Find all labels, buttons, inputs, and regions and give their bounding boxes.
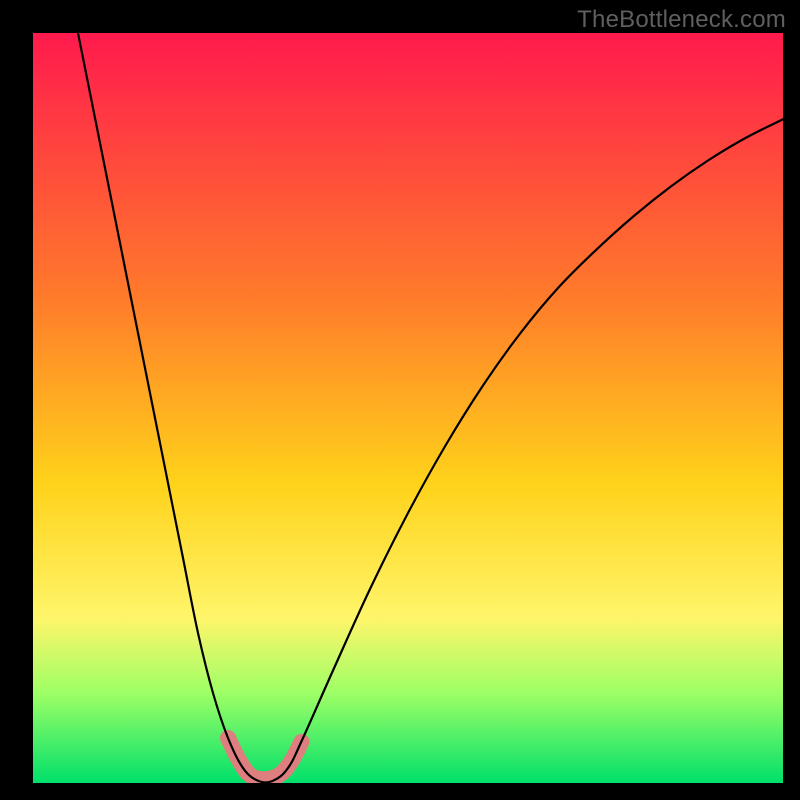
gradient-background (33, 33, 783, 783)
chart-svg (33, 33, 783, 783)
chart-frame: TheBottleneck.com (0, 0, 800, 800)
watermark-text: TheBottleneck.com (577, 6, 786, 34)
plot-area (33, 33, 783, 783)
